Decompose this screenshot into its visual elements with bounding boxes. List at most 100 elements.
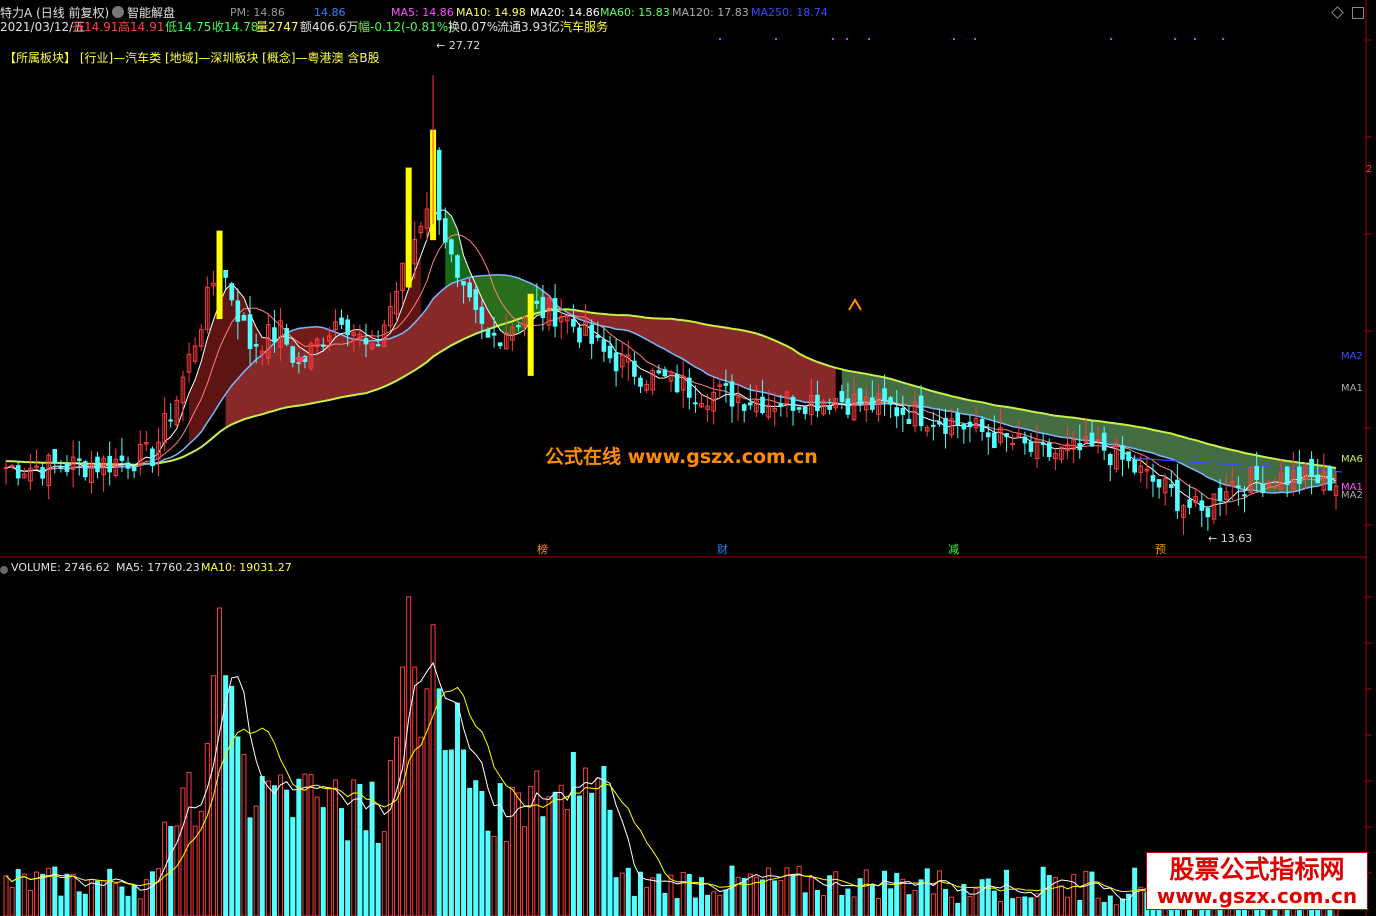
high-label: 高14.91	[118, 20, 165, 34]
volume-bar-up	[875, 897, 881, 916]
candle-down	[589, 324, 594, 344]
volume-bar-down	[576, 795, 582, 916]
candle-down	[662, 369, 668, 377]
volume-bar-up	[1113, 904, 1119, 916]
volume-bar-up	[558, 784, 564, 916]
candle-down	[125, 462, 131, 469]
candle-down	[656, 370, 662, 374]
event-dot	[832, 38, 834, 40]
volume-bar-down	[467, 787, 473, 916]
event-marker-jian[interactable]: 减	[948, 543, 959, 557]
close-label: 收14.78	[212, 20, 259, 34]
volume-bar-down	[790, 873, 796, 916]
candle-down	[894, 407, 900, 417]
volume-bar-up	[1083, 870, 1089, 916]
volume-bar-up	[241, 753, 247, 916]
candle-down	[40, 467, 45, 479]
volume-bar-up	[418, 736, 424, 916]
right-label-ma60: MA6	[1341, 454, 1363, 465]
candle-down	[906, 418, 912, 425]
volume-bar-down	[345, 840, 351, 916]
event-marker-yu[interactable]: 预	[1155, 543, 1166, 557]
volume-bar-down	[15, 869, 21, 916]
candle-down	[796, 407, 802, 410]
volume-bar-up	[930, 893, 936, 916]
maximize-icon[interactable]	[1352, 7, 1364, 19]
candle-down	[638, 377, 643, 387]
volume-bar-up	[583, 767, 589, 916]
volume-bar-up	[387, 760, 393, 916]
candle-down	[1254, 465, 1259, 481]
dropdown-icon[interactable]	[112, 6, 124, 18]
ma60-label: MA60: 15.83	[600, 6, 670, 19]
candle-down	[479, 306, 485, 324]
volume-bar-up	[564, 809, 570, 916]
float-cap-value: 流通3.93亿	[497, 20, 560, 34]
event-dot	[974, 38, 976, 40]
event-marker-bang[interactable]: 榜	[537, 543, 548, 557]
candle-down	[1175, 479, 1180, 512]
volume-bar-up	[515, 792, 521, 916]
candle-down	[1284, 466, 1290, 485]
ma-band-green	[841, 369, 1336, 493]
volume-bar-up	[1095, 897, 1101, 916]
event-dot	[719, 38, 721, 40]
volume-bar-down	[723, 889, 729, 916]
volume-bar-down	[955, 902, 961, 916]
candle-down	[985, 432, 991, 438]
volume-bar-down	[656, 873, 662, 916]
volume-bar-down	[497, 783, 503, 916]
stock-title[interactable]: 特力A (日线 前复权)	[0, 6, 109, 20]
candle-down	[15, 465, 21, 479]
mode-label[interactable]: 智能解盘	[127, 6, 175, 20]
candle-down	[1040, 442, 1046, 445]
volume-ma10-label: MA10: 19031.27	[201, 561, 292, 574]
candle-down	[1315, 474, 1320, 484]
candle-down	[455, 255, 460, 278]
volume-bar-down	[1077, 900, 1083, 916]
volume-bar-down	[570, 751, 576, 916]
volume-bar-up	[265, 780, 271, 916]
right-label-ma250: MA2	[1341, 351, 1363, 362]
volume-bar-up	[180, 787, 186, 916]
candle-down	[1236, 485, 1241, 488]
candle-down	[1309, 458, 1314, 477]
candle-down	[241, 314, 247, 321]
candle-down	[473, 289, 479, 310]
volume-bar-down	[149, 871, 155, 916]
volume-bar-down	[58, 895, 64, 916]
candle-down	[1156, 479, 1162, 488]
volume-bars	[3, 596, 1339, 916]
volume-bar-up	[21, 873, 27, 916]
candle-up	[1010, 443, 1015, 446]
candle-down	[375, 344, 381, 347]
candle-down	[168, 419, 174, 422]
candle-down	[1107, 454, 1113, 466]
turnover-value: 换0.07%	[448, 20, 499, 34]
volume-bar-up	[1065, 896, 1071, 916]
ma250-label: MA250: 18.74	[751, 6, 828, 19]
candle-down	[1089, 432, 1095, 447]
volume-bar-down	[454, 702, 460, 916]
volume-bar-up	[900, 878, 906, 916]
candle-down	[497, 342, 503, 347]
volume-bar-up	[332, 779, 338, 916]
event-marker-cai[interactable]: 财	[717, 543, 728, 557]
volume-bar-up	[143, 879, 149, 916]
volume-bar-up	[314, 796, 320, 916]
volume-bar-down	[882, 870, 888, 916]
ma5-label: MA5: 14.86	[391, 6, 454, 19]
volume-settings-icon[interactable]	[0, 566, 8, 574]
volume-bar-down	[436, 688, 442, 916]
volume-bar-up	[3, 875, 9, 916]
volume-bar-down	[918, 879, 924, 916]
candle-down	[778, 403, 784, 407]
candle-down	[363, 337, 369, 345]
volume-bar-down	[827, 875, 833, 916]
volume-bar-up	[137, 898, 143, 916]
candle-down	[979, 418, 985, 432]
volume-bar-down	[1119, 898, 1125, 916]
volume-bar-up	[778, 880, 784, 916]
candle-down	[845, 398, 851, 415]
volume-bar-down	[1022, 896, 1028, 916]
